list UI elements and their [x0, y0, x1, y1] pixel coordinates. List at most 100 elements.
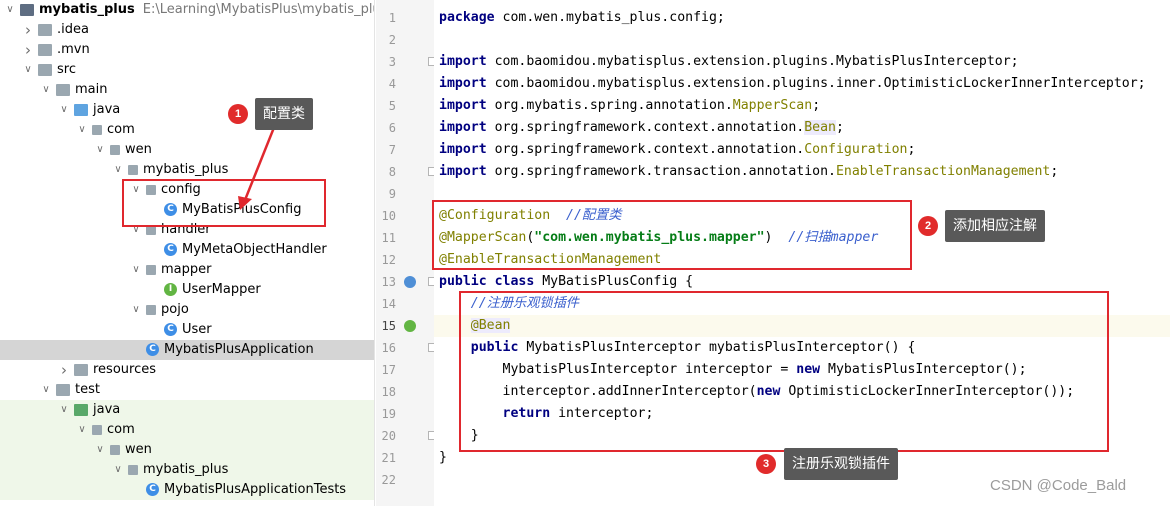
code-line[interactable]: MybatisPlusInterceptor interceptor = new…	[434, 359, 1170, 381]
code-line[interactable]: @MapperScan("com.wen.mybatis_plus.mapper…	[434, 227, 1170, 249]
class-icon: C	[146, 483, 159, 496]
tree-item[interactable]: ∨ mybatis_plus	[0, 460, 374, 480]
watermark: CSDN @Code_Bald	[990, 477, 1127, 494]
tree-item[interactable]: ∨ wen	[0, 440, 374, 460]
code-line[interactable]: public class MyBatisPlusConfig {	[434, 271, 1170, 293]
tree-item[interactable]: C MybatisPlusApplicationTests	[0, 480, 374, 500]
code-line[interactable]: import org.springframework.context.annot…	[434, 117, 1170, 139]
project-tree[interactable]: ∨ mybatis_plus E:\Learning\MybatisPlus\myb…	[0, 0, 375, 506]
code-line[interactable]: return interceptor;	[434, 403, 1170, 425]
code-line[interactable]: import com.baomidou.mybatisplus.extensio…	[434, 51, 1170, 73]
code-token: import	[439, 164, 487, 179]
tree-item[interactable]: ∨ wen	[0, 140, 374, 160]
tree-item[interactable]: › resources	[0, 360, 374, 380]
chevron-down-icon[interactable]: ∨	[130, 220, 142, 240]
callout-2-label: 添加相应注解	[945, 210, 1045, 242]
folder-icon	[38, 44, 52, 56]
code-line[interactable]: }	[434, 425, 1170, 447]
chevron-down-icon[interactable]: ∨	[40, 380, 52, 400]
chevron-down-icon[interactable]: ∨	[40, 80, 52, 100]
chevron-down-icon[interactable]: ∨	[112, 460, 124, 480]
tree-item[interactable]: C MyBatisPlusConfig	[0, 200, 374, 220]
tree-item[interactable]: C MyMetaObjectHandler	[0, 240, 374, 260]
code-token: //配置类	[566, 208, 622, 223]
code-line[interactable]: public MybatisPlusInterceptor mybatisPlu…	[434, 337, 1170, 359]
code-line[interactable]: import org.mybatis.spring.annotation.Map…	[434, 95, 1170, 117]
chevron-down-icon[interactable]: ∨	[130, 180, 142, 200]
tree-item-label: MybatisPlusApplicationTests	[164, 482, 347, 497]
tree-item[interactable]: › .idea	[0, 20, 374, 40]
code-token: org.springframework.context.annotation.	[486, 142, 805, 157]
tree-item[interactable]: ∨ com	[0, 420, 374, 440]
spring-bean-icon[interactable]	[404, 276, 416, 288]
package-icon	[128, 165, 138, 175]
tree-item[interactable]: C User	[0, 320, 374, 340]
tree-item[interactable]: ∨ mapper	[0, 260, 374, 280]
code-token: return	[502, 406, 551, 421]
line-number: 13	[381, 275, 396, 289]
chevron-down-icon[interactable]: ∨	[76, 420, 88, 440]
chevron-down-icon[interactable]: ∨	[112, 160, 124, 180]
code-line[interactable]: @EnableTransactionManagement	[434, 249, 1170, 271]
tree-item[interactable]: ∨ java	[0, 400, 374, 420]
tree-item[interactable]: ∨ com	[0, 120, 374, 140]
code-line[interactable]: import com.baomidou.mybatisplus.extensio…	[434, 73, 1170, 95]
tree-item-label: wen	[125, 442, 152, 457]
code-token: @Bean	[470, 318, 511, 333]
chevron-down-icon[interactable]: ∨	[94, 140, 106, 160]
code-token: package	[439, 10, 495, 25]
package-icon	[146, 265, 156, 275]
code-line[interactable]: @Configuration //配置类	[434, 205, 1170, 227]
code-line[interactable]	[434, 183, 1170, 205]
tree-item[interactable]: ∨ src	[0, 60, 374, 80]
code-token: new	[796, 362, 821, 377]
line-number: 20	[381, 429, 396, 443]
code-line[interactable]: interceptor.addInnerInterceptor(new Opti…	[434, 381, 1170, 403]
folder-icon	[38, 24, 52, 36]
code-editor[interactable]: package com.wen.mybatis_plus.config;impo…	[434, 0, 1170, 506]
code-token: import	[439, 120, 487, 135]
tree-item[interactable]: C MybatisPlusApplication	[0, 340, 374, 360]
chevron-down-icon[interactable]: ∨	[58, 100, 70, 120]
line-number: 7	[388, 143, 396, 157]
tree-item[interactable]: ∨ main	[0, 80, 374, 100]
code-line[interactable]: import org.springframework.transaction.a…	[434, 161, 1170, 183]
tree-item[interactable]: I UserMapper	[0, 280, 374, 300]
code-token: "com.wen.mybatis_plus.mapper"	[534, 230, 765, 245]
line-number: 12	[381, 253, 396, 267]
callout-2-badge: 2	[918, 216, 938, 236]
code-token: com.wen.mybatis_plus.config;	[494, 10, 725, 25]
tree-item[interactable]: ∨ mybatis_plus E:\Learning\MybatisPlus\myb…	[0, 0, 374, 20]
interface-icon: I	[164, 283, 177, 296]
code-line[interactable]: import org.springframework.context.annot…	[434, 139, 1170, 161]
line-number: 18	[381, 385, 396, 399]
tree-item[interactable]: ∨ config	[0, 180, 374, 200]
tree-item[interactable]: ∨ mybatis_plus	[0, 160, 374, 180]
code-token: ;	[907, 142, 916, 157]
tree-item[interactable]: ∨ pojo	[0, 300, 374, 320]
test-folder-icon	[74, 404, 88, 416]
callout-3-badge: 3	[756, 454, 776, 474]
code-line[interactable]: //注册乐观锁插件	[434, 293, 1170, 315]
chevron-right-icon[interactable]: ›	[22, 40, 34, 60]
tree-item[interactable]: ∨ java	[0, 100, 374, 120]
tree-item[interactable]: ∨ test	[0, 380, 374, 400]
tree-item[interactable]: ∨ handler	[0, 220, 374, 240]
chevron-down-icon[interactable]: ∨	[94, 440, 106, 460]
code-line[interactable]: @Bean	[434, 315, 1170, 337]
code-line[interactable]: package com.wen.mybatis_plus.config;	[434, 7, 1170, 29]
chevron-down-icon[interactable]: ∨	[22, 60, 34, 80]
tree-item-label: MybatisPlusApplication	[164, 342, 314, 357]
code-line[interactable]	[434, 29, 1170, 51]
chevron-down-icon[interactable]: ∨	[4, 0, 16, 20]
chevron-down-icon[interactable]: ∨	[130, 300, 142, 320]
tree-item-label: pojo	[161, 302, 189, 317]
chevron-down-icon[interactable]: ∨	[58, 400, 70, 420]
chevron-right-icon[interactable]: ›	[58, 360, 70, 380]
chevron-down-icon[interactable]: ∨	[76, 120, 88, 140]
package-icon	[146, 305, 156, 315]
tree-item[interactable]: › .mvn	[0, 40, 374, 60]
chevron-right-icon[interactable]: ›	[22, 20, 34, 40]
chevron-down-icon[interactable]: ∨	[130, 260, 142, 280]
bean-method-icon[interactable]	[404, 320, 416, 332]
